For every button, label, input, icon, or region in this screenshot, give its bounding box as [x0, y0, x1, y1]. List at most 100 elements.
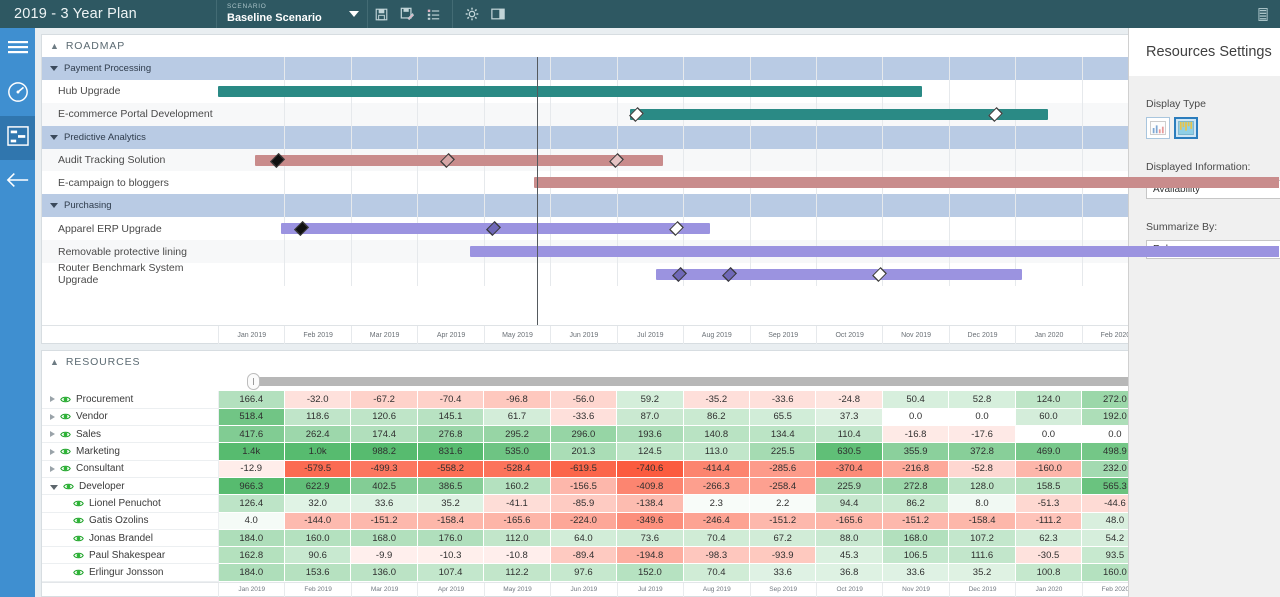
resource-name-cell[interactable]: Vendor — [42, 408, 219, 427]
resource-value-cell[interactable]: 0.0 — [1015, 425, 1083, 444]
chevron-down-icon[interactable] — [349, 11, 359, 17]
resource-value-cell[interactable]: 176.0 — [417, 529, 485, 548]
resource-value-cell[interactable]: 70.4 — [683, 563, 751, 582]
resource-value-cell[interactable]: -156.5 — [550, 477, 618, 496]
sidebar-item-back[interactable] — [0, 160, 35, 204]
table-row[interactable]: Paul Shakespear 162.8 90.6 -9.9 -10.3 -10.8 -8… — [42, 546, 1280, 565]
resource-value-cell[interactable]: -619.5 — [550, 460, 618, 478]
resource-value-cell[interactable]: 73.6 — [616, 529, 684, 548]
gantt-task-row[interactable]: Removable protective lining — [42, 240, 1279, 264]
resource-name-cell[interactable]: Erlingur Jonsson — [42, 563, 219, 582]
resource-value-cell[interactable]: 33.6 — [350, 494, 418, 513]
resource-name-cell[interactable]: Consultant — [42, 460, 219, 478]
resource-value-cell[interactable]: 160.2 — [483, 477, 551, 496]
visibility-eye-icon[interactable] — [60, 412, 71, 421]
resource-value-cell[interactable]: -51.3 — [1015, 494, 1083, 513]
resource-value-cell[interactable]: -349.6 — [616, 512, 684, 530]
table-row[interactable]: Procurement 166.4 -32.0 -67.2 -70.4 -96.8 -56.… — [42, 391, 1280, 409]
resource-value-cell[interactable]: -144.0 — [284, 512, 352, 530]
table-row[interactable]: Lionel Penuchot 126.4 32.0 33.6 35.2 -41.1 -85… — [42, 494, 1280, 513]
resource-value-cell[interactable]: -30.5 — [1015, 546, 1083, 565]
resource-value-cell[interactable]: 128.0 — [948, 477, 1016, 496]
resource-value-cell[interactable]: -12.9 — [218, 460, 285, 478]
resource-value-cell[interactable]: 469.0 — [1015, 442, 1083, 461]
gantt-bar[interactable] — [656, 269, 1022, 281]
resource-value-cell[interactable]: -165.6 — [815, 512, 883, 530]
resource-value-cell[interactable]: 225.9 — [815, 477, 883, 496]
visibility-eye-icon[interactable] — [60, 447, 71, 456]
resource-value-cell[interactable]: 0.0 — [948, 408, 1016, 427]
scenario-selector[interactable]: SCENARIO Baseline Scenario — [216, 0, 368, 28]
resources-header[interactable]: ▲ RESOURCES — [42, 351, 1279, 373]
resource-value-cell[interactable]: 168.0 — [882, 529, 950, 548]
gantt-task-row[interactable]: E-campaign to bloggers — [42, 171, 1279, 195]
table-row[interactable]: Sales 417.6 262.4 174.4 276.8 295.2 296.0 193.6… — [42, 425, 1280, 444]
resource-value-cell[interactable]: -85.9 — [550, 494, 618, 513]
resource-value-cell[interactable]: 184.0 — [218, 563, 285, 582]
resource-value-cell[interactable]: -33.6 — [749, 391, 817, 409]
resource-name-cell[interactable]: Lionel Penuchot — [42, 494, 219, 513]
resource-value-cell[interactable]: 295.2 — [483, 425, 551, 444]
resource-value-cell[interactable]: 60.0 — [1015, 408, 1083, 427]
resource-value-cell[interactable]: -528.4 — [483, 460, 551, 478]
save-as-icon[interactable] — [394, 0, 420, 28]
visibility-eye-icon[interactable] — [73, 516, 84, 525]
resource-value-cell[interactable]: 87.0 — [616, 408, 684, 427]
gantt-group-row[interactable]: Payment Processing — [42, 57, 1279, 80]
table-row[interactable]: Consultant -12.9 -579.5 -499.3 -558.2 -528.4-… — [42, 460, 1280, 478]
roadmap-header[interactable]: ▲ ROADMAP — [42, 35, 1279, 57]
visibility-eye-icon[interactable] — [73, 499, 84, 508]
resource-value-cell[interactable]: 201.3 — [550, 442, 618, 461]
grid-icon[interactable] — [1250, 0, 1276, 28]
resource-value-cell[interactable]: -579.5 — [284, 460, 352, 478]
resource-value-cell[interactable]: 94.4 — [815, 494, 883, 513]
resource-name-cell[interactable]: Procurement — [42, 391, 219, 409]
resource-value-cell[interactable]: 111.6 — [948, 546, 1016, 565]
resource-value-cell[interactable]: 166.4 — [218, 391, 285, 409]
chevron-up-icon[interactable]: ▲ — [50, 357, 60, 367]
resource-value-cell[interactable]: -246.4 — [683, 512, 751, 530]
visibility-eye-icon[interactable] — [60, 395, 71, 404]
expand-triangle-icon[interactable] — [50, 465, 55, 472]
resource-value-cell[interactable]: -499.3 — [350, 460, 418, 478]
list-icon[interactable] — [420, 0, 446, 28]
resource-value-cell[interactable]: 2.2 — [749, 494, 817, 513]
resource-value-cell[interactable]: 106.5 — [882, 546, 950, 565]
resource-value-cell[interactable]: 45.3 — [815, 546, 883, 565]
resource-value-cell[interactable]: 100.8 — [1015, 563, 1083, 582]
resource-value-cell[interactable]: -414.4 — [683, 460, 751, 478]
visibility-eye-icon[interactable] — [60, 430, 71, 439]
resource-value-cell[interactable]: 120.6 — [350, 408, 418, 427]
resource-value-cell[interactable]: -35.2 — [683, 391, 751, 409]
slider-handle-left[interactable] — [247, 373, 260, 390]
resource-value-cell[interactable]: 33.6 — [749, 563, 817, 582]
resource-value-cell[interactable]: 110.4 — [815, 425, 883, 444]
resource-value-cell[interactable]: 622.9 — [284, 477, 352, 496]
bar-chart-view-icon[interactable] — [1146, 117, 1170, 139]
resource-value-cell[interactable]: 134.4 — [749, 425, 817, 444]
resource-value-cell[interactable]: 0.0 — [882, 408, 950, 427]
collapse-triangle-icon[interactable] — [50, 484, 58, 490]
sidebar-item-menu[interactable] — [0, 28, 35, 72]
visibility-eye-icon[interactable] — [73, 551, 84, 560]
resource-value-cell[interactable]: 8.0 — [948, 494, 1016, 513]
resource-value-cell[interactable]: 61.7 — [483, 408, 551, 427]
resource-value-cell[interactable]: -56.0 — [550, 391, 618, 409]
gantt-chart[interactable]: Payment Processing Hub Upgrade E-commerce … — [42, 57, 1279, 325]
resource-value-cell[interactable]: 59.2 — [616, 391, 684, 409]
resource-value-cell[interactable]: 630.5 — [815, 442, 883, 461]
resource-value-cell[interactable]: 62.3 — [1015, 529, 1083, 548]
resource-value-cell[interactable]: 296.0 — [550, 425, 618, 444]
gantt-task-row[interactable]: E-commerce Portal Development — [42, 102, 1279, 126]
resource-value-cell[interactable]: 160.0 — [284, 529, 352, 548]
expand-triangle-icon[interactable] — [50, 413, 55, 420]
gantt-task-row[interactable]: Audit Tracking Solution — [42, 148, 1279, 172]
table-row[interactable]: Gatis Ozolins 4.0 -144.0 -151.2 -158.4 -165.6… — [42, 512, 1280, 530]
visibility-eye-icon[interactable] — [60, 464, 71, 473]
resource-value-cell[interactable]: 145.1 — [417, 408, 485, 427]
resource-value-cell[interactable]: -17.6 — [948, 425, 1016, 444]
gantt-group-row[interactable]: Purchasing — [42, 194, 1279, 218]
resource-value-cell[interactable]: 107.4 — [417, 563, 485, 582]
gantt-task-row[interactable]: Hub Upgrade — [42, 79, 1279, 103]
slider-track[interactable] — [254, 377, 1167, 386]
